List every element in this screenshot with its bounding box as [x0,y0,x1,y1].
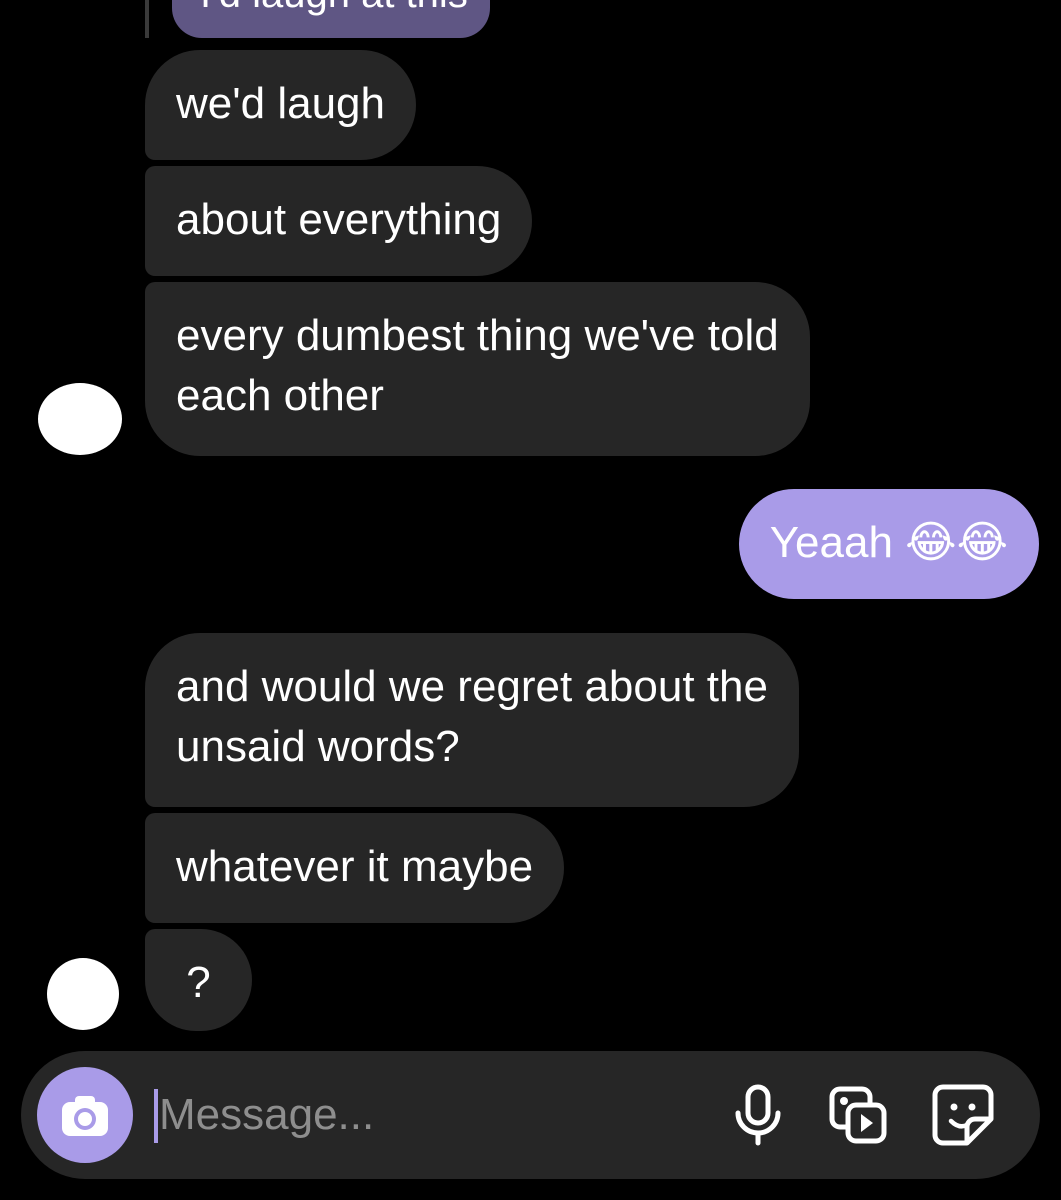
message-text: whatever it maybe [176,842,534,891]
message-bubble-received[interactable]: whatever it maybe [145,813,565,923]
contact-avatar[interactable] [38,383,122,455]
message-input[interactable] [159,1079,719,1151]
camera-button[interactable] [37,1067,133,1163]
message-bubble-received[interactable]: about everything [145,166,533,276]
message-text-line: every dumbest thing we've told [176,311,779,360]
message-bubble-received[interactable]: every dumbest thing we've told each othe… [145,282,810,456]
message-text: ? [186,958,211,1007]
message-text: Yeaah 😂😂 [769,518,1008,567]
replied-message-text: I'd laugh at this [200,0,468,17]
message-text: we'd laugh [176,79,385,128]
camera-icon [62,1096,108,1136]
message-text-line: and would we regret about the [176,662,768,711]
message-text-line: unsaid words? [176,722,460,771]
message-text: about everything [176,195,502,244]
text-cursor [154,1089,158,1143]
message-bubble-sent[interactable]: Yeaah 😂😂 [738,489,1039,599]
message-composer [21,1051,1040,1179]
gallery-icon[interactable] [826,1083,890,1147]
reply-indicator-line [145,0,149,38]
message-bubble-received[interactable]: and would we regret about the unsaid wor… [145,633,799,807]
microphone-icon[interactable] [726,1083,790,1147]
sticker-icon[interactable] [931,1083,995,1147]
message-bubble-received[interactable]: ? [145,929,252,1031]
replied-message-bubble[interactable]: I'd laugh at this [172,0,490,38]
message-text-line: each other [176,371,384,420]
contact-avatar[interactable] [47,958,119,1030]
message-bubble-received[interactable]: we'd laugh [145,50,416,160]
